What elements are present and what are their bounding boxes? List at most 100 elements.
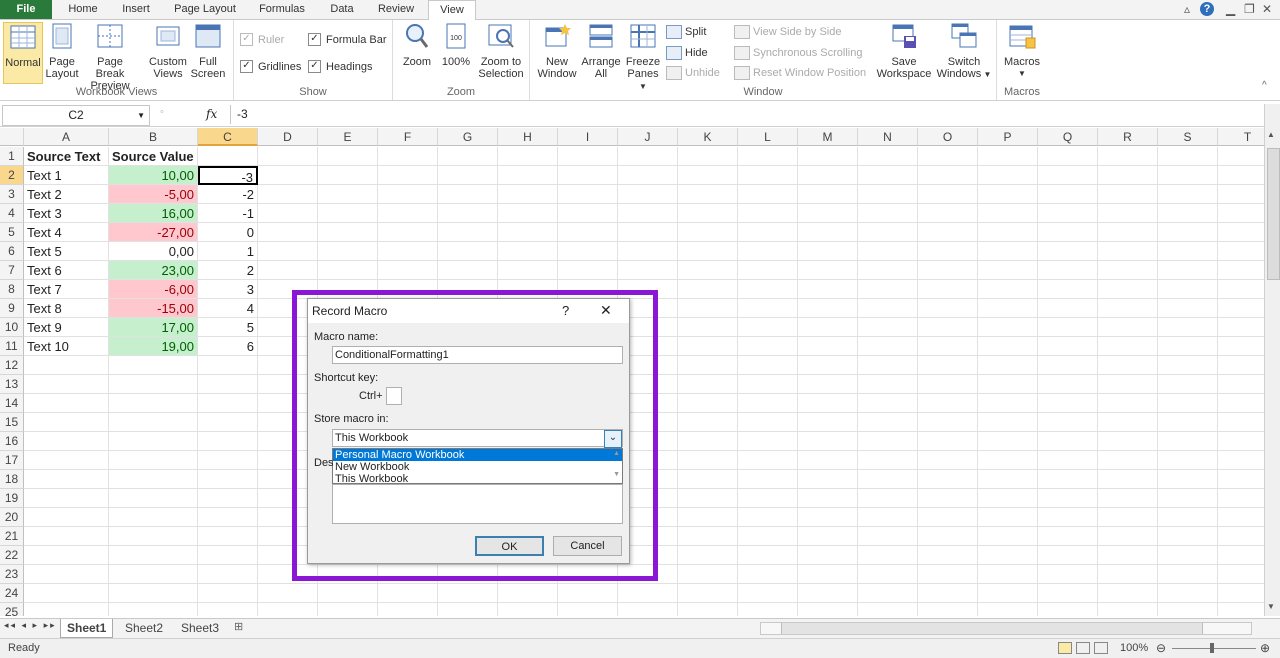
cell-k7[interactable] (678, 261, 738, 280)
cell-n6[interactable] (858, 242, 918, 261)
cell-q23[interactable] (1038, 565, 1098, 584)
cell-s17[interactable] (1158, 451, 1218, 470)
cell-a22[interactable] (24, 546, 109, 565)
cell-t3[interactable] (1218, 185, 1264, 204)
normal-view-status-icon[interactable] (1058, 642, 1072, 654)
cell-s15[interactable] (1158, 413, 1218, 432)
ruler-checkbox[interactable]: ✓ Ruler (240, 32, 284, 48)
cell-r13[interactable] (1098, 375, 1158, 394)
row-header-4[interactable]: 4 (0, 204, 24, 223)
cell-k12[interactable] (678, 356, 738, 375)
cell-k22[interactable] (678, 546, 738, 565)
cell-i1[interactable] (558, 147, 618, 166)
cell-s4[interactable] (1158, 204, 1218, 223)
macros-button[interactable]: Macros ▼ (1001, 22, 1043, 80)
cell-g5[interactable] (438, 223, 498, 242)
split-button[interactable]: Split (666, 23, 706, 41)
cell-t2[interactable] (1218, 166, 1264, 185)
cell-l22[interactable] (738, 546, 798, 565)
cell-r23[interactable] (1098, 565, 1158, 584)
cell-m22[interactable] (798, 546, 858, 565)
row-header-12[interactable]: 12 (0, 356, 24, 375)
column-header-c[interactable]: C (198, 128, 258, 146)
cell-o23[interactable] (918, 565, 978, 584)
sheet-nav-icons[interactable]: ◂◂ ◂ ▸ ▸▸ (4, 620, 57, 631)
horizontal-scrollbar[interactable] (760, 622, 1252, 635)
scroll-down-icon[interactable]: ▼ (1267, 602, 1275, 611)
cell-n15[interactable] (858, 413, 918, 432)
cell-i4[interactable] (558, 204, 618, 223)
cell-q15[interactable] (1038, 413, 1098, 432)
cell-t4[interactable] (1218, 204, 1264, 223)
cell-s24[interactable] (1158, 584, 1218, 603)
cell-k21[interactable] (678, 527, 738, 546)
cell-c18[interactable] (198, 470, 258, 489)
cell-k25[interactable] (678, 603, 738, 616)
cell-o20[interactable] (918, 508, 978, 527)
column-header-p[interactable]: P (978, 128, 1038, 146)
cell-m23[interactable] (798, 565, 858, 584)
select-all-corner[interactable] (0, 128, 24, 146)
cell-c17[interactable] (198, 451, 258, 470)
cell-s19[interactable] (1158, 489, 1218, 508)
cell-l5[interactable] (738, 223, 798, 242)
cell-o9[interactable] (918, 299, 978, 318)
cell-s11[interactable] (1158, 337, 1218, 356)
cell-o14[interactable] (918, 394, 978, 413)
cell-d6[interactable] (258, 242, 318, 261)
cell-n7[interactable] (858, 261, 918, 280)
cell-a16[interactable] (24, 432, 109, 451)
cell-b5[interactable]: -27,00 (109, 223, 198, 242)
cell-f7[interactable] (378, 261, 438, 280)
cell-m21[interactable] (798, 527, 858, 546)
cell-q4[interactable] (1038, 204, 1098, 223)
cell-g1[interactable] (438, 147, 498, 166)
cell-r1[interactable] (1098, 147, 1158, 166)
cell-d1[interactable] (258, 147, 318, 166)
gridlines-checkbox[interactable]: ✓ Gridlines (240, 59, 301, 75)
cell-r5[interactable] (1098, 223, 1158, 242)
row-header-8[interactable]: 8 (0, 280, 24, 299)
cell-k16[interactable] (678, 432, 738, 451)
cell-d3[interactable] (258, 185, 318, 204)
cell-o3[interactable] (918, 185, 978, 204)
cell-n14[interactable] (858, 394, 918, 413)
cell-b16[interactable] (109, 432, 198, 451)
cell-e6[interactable] (318, 242, 378, 261)
tab-review[interactable]: Review (372, 0, 420, 19)
column-header-s[interactable]: S (1158, 128, 1218, 146)
cell-c2[interactable]: -3 (198, 166, 258, 185)
column-header-t[interactable]: T (1218, 128, 1264, 146)
cell-p1[interactable] (978, 147, 1038, 166)
cell-q12[interactable] (1038, 356, 1098, 375)
insert-function-button[interactable]: fx (206, 107, 217, 121)
cell-r16[interactable] (1098, 432, 1158, 451)
cell-p6[interactable] (978, 242, 1038, 261)
cell-s7[interactable] (1158, 261, 1218, 280)
cell-e3[interactable] (318, 185, 378, 204)
cell-s25[interactable] (1158, 603, 1218, 616)
cell-o12[interactable] (918, 356, 978, 375)
cell-s22[interactable] (1158, 546, 1218, 565)
cell-k18[interactable] (678, 470, 738, 489)
cell-c25[interactable] (198, 603, 258, 616)
unhide-button[interactable]: Unhide (666, 64, 720, 82)
dialog-help-button[interactable]: ? (562, 303, 569, 318)
cell-b8[interactable]: -6,00 (109, 280, 198, 299)
cell-r17[interactable] (1098, 451, 1158, 470)
page-break-status-icon[interactable] (1094, 642, 1108, 654)
cell-r19[interactable] (1098, 489, 1158, 508)
hide-button[interactable]: Hide (666, 44, 708, 62)
cell-q18[interactable] (1038, 470, 1098, 489)
cell-j6[interactable] (618, 242, 678, 261)
cell-o16[interactable] (918, 432, 978, 451)
cell-f25[interactable] (378, 603, 438, 616)
column-header-d[interactable]: D (258, 128, 318, 146)
arrange-all-button[interactable]: Arrange All (580, 22, 622, 80)
cell-s23[interactable] (1158, 565, 1218, 584)
cell-n5[interactable] (858, 223, 918, 242)
cell-n13[interactable] (858, 375, 918, 394)
cell-o22[interactable] (918, 546, 978, 565)
cell-k14[interactable] (678, 394, 738, 413)
cell-e2[interactable] (318, 166, 378, 185)
